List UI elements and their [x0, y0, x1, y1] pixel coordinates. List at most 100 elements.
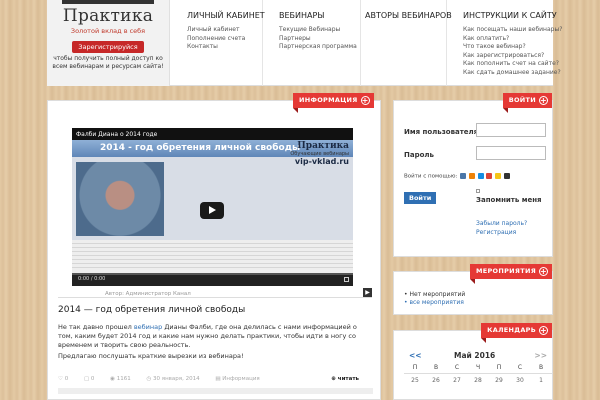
fullscreen-icon[interactable] [344, 277, 349, 282]
section-ribbon-info[interactable]: ИНФОРМАЦИЯ + [293, 93, 374, 113]
weekday: С [454, 364, 460, 371]
slide-table-rows [72, 240, 353, 275]
calendar-day: 26 [432, 377, 440, 384]
nav-link[interactable]: Как сдать домашнее задание? [463, 69, 561, 78]
plus-circle-icon[interactable]: + [539, 96, 548, 105]
ribbon-label: КАЛЕНДАРЬ [487, 326, 536, 334]
nav-link[interactable]: Как оплатить? [463, 35, 553, 44]
nav-link[interactable]: Личный кабинет [187, 26, 262, 35]
comments-count[interactable]: ▢ 0 [84, 376, 94, 382]
calendar-next-button[interactable]: >> [534, 351, 547, 360]
nav-cabinet: ЛИЧНЫЙ КАБИНЕТ Личный кабинет Пополнение… [171, 0, 265, 86]
plus-circle-icon[interactable]: + [360, 96, 370, 105]
video-controls[interactable]: 0:00 / 0:00 [72, 273, 353, 286]
vk-icon[interactable] [460, 173, 467, 179]
slide-brand-name: Практика [297, 141, 349, 151]
remember-label[interactable]: Запомнить меня [476, 196, 542, 204]
register-button[interactable]: Зарегистрируйся [72, 41, 144, 53]
all-events-link[interactable]: все мероприятия [404, 299, 465, 307]
slide-brand: Практика Обучающие вебинары vip-vklad.ru [290, 141, 349, 166]
nav-authors: АВТОРЫ ВЕБИНАРОВ [361, 0, 452, 86]
video-time: 0:00 / 0:00 [78, 276, 106, 282]
password-input[interactable] [476, 146, 546, 160]
play-icon[interactable] [200, 202, 224, 219]
plus-circle-icon[interactable]: + [539, 326, 548, 335]
nav-title-instructions[interactable]: ИНСТРУКЦИИ К САЙТУ [463, 11, 557, 20]
slide-heading-text: 2014 - год обретения личной свободы [100, 143, 301, 153]
password-label: Пароль [404, 151, 434, 159]
calendar-day: 29 [495, 377, 503, 384]
nav-link[interactable]: Как зарегистрироваться? [463, 52, 553, 61]
post-meta: ♡ 0 ▢ 0 ◉ 1161 ◷ 30 января, 2014 ▤ Инфор… [58, 374, 373, 385]
calendar-day: 30 [516, 377, 524, 384]
calendar-prev-button[interactable]: << [409, 351, 422, 360]
nav-link[interactable]: Партнеры [279, 35, 360, 44]
video-progress-bar[interactable] [72, 273, 353, 275]
section-ribbon-events[interactable]: МЕРОПРИЯТИЯ + [469, 264, 552, 284]
google-icon[interactable] [486, 173, 493, 179]
register-note: чтобы получить полный доступ ко всем веб… [52, 55, 164, 70]
list-item: Нет мероприятий [404, 291, 465, 299]
login-widget: ВОЙТИ + Имя пользователя Пароль Войти с … [393, 93, 553, 257]
username-input[interactable] [476, 123, 546, 137]
calendar-weekdays: П В С Ч П С В [409, 364, 547, 371]
weekday: С [517, 364, 523, 371]
calendar-week: 25 26 27 28 29 30 1 [409, 377, 547, 384]
register-link[interactable]: Регистрация [476, 229, 516, 236]
remember-checkbox[interactable] [476, 189, 480, 193]
nav-title-webinars[interactable]: ВЕБИНАРЫ [279, 11, 360, 20]
weekday: П [496, 364, 502, 371]
events-widget: МЕРОПРИЯТИЯ + Нет мероприятий все меропр… [393, 264, 553, 315]
ribbon-label: ВОЙТИ [508, 96, 536, 104]
post-date: ◷ 30 января, 2014 [146, 376, 200, 382]
nav-link[interactable]: Контакты [187, 43, 262, 52]
plus-circle-icon[interactable]: + [539, 267, 548, 276]
section-ribbon-login[interactable]: ВОЙТИ + [502, 93, 552, 113]
logo-block: Практика Золотой вклад в себя Зарегистри… [47, 0, 170, 86]
weekday: П [412, 364, 418, 371]
slide-brand-url: vip-vklad.ru [294, 157, 349, 166]
nav-instructions: ИНСТРУКЦИИ К САЙТУ Как посещать наши веб… [447, 0, 562, 86]
webinar-link[interactable]: вебинар [134, 323, 162, 331]
read-more-link[interactable]: читать [331, 374, 359, 385]
site-header: Практика Золотой вклад в себя Зарегистри… [47, 0, 562, 86]
slide-heading: 2014 - год обретения личной свободы Прак… [72, 140, 353, 166]
login-button[interactable]: Войти [404, 192, 437, 204]
post-category[interactable]: ▤ Информация [215, 376, 259, 382]
calendar-day: 25 [411, 377, 419, 384]
calendar-day: 1 [539, 377, 543, 384]
nav-title-cabinet[interactable]: ЛИЧНЫЙ КАБИНЕТ [187, 11, 265, 20]
post-paragraph: Не так давно прошел вебинар Дианы Фалби,… [58, 323, 373, 350]
calendar-widget: КАЛЕНДАРЬ + << Май 2016 >> П В С Ч П С В… [393, 323, 553, 400]
openid-icon[interactable] [503, 173, 510, 179]
calendar-day: 27 [453, 377, 461, 384]
likes-count[interactable]: ♡ 0 [58, 376, 68, 382]
mailru-icon[interactable] [477, 173, 484, 179]
weekday: В [433, 364, 439, 371]
odnoklassniki-icon[interactable] [468, 173, 475, 179]
forgot-password-link[interactable]: Забыли пароль? [476, 220, 527, 227]
nav-link[interactable]: Как посещать наши вебинары? [463, 26, 562, 35]
video-format-icon: ▶ [363, 288, 372, 297]
ribbon-label: ИНФОРМАЦИЯ [299, 96, 358, 104]
post-title[interactable]: 2014 — год обретения личной свободы [58, 305, 245, 315]
ribbon-label: МЕРОПРИЯТИЯ [475, 267, 536, 275]
post-card: ИНФОРМАЦИЯ + Фалби Диана о 2014 годе 201… [47, 93, 381, 400]
nav-link[interactable]: Текущие Вебинары [279, 26, 360, 35]
site-logo-title[interactable]: Практика [47, 6, 169, 26]
nav-webinars: ВЕБИНАРЫ Текущие Вебинары Партнеры Партн… [263, 0, 361, 86]
weekday: В [538, 364, 544, 371]
video-player[interactable]: Фалби Диана о 2014 годе 2014 - год обрет… [72, 128, 353, 286]
nav-link[interactable]: Пополнение счета [187, 35, 262, 44]
yandex-icon[interactable] [495, 173, 502, 179]
divider [404, 373, 552, 374]
nav-link[interactable]: Что такое вебинар? [463, 43, 553, 52]
section-ribbon-calendar[interactable]: КАЛЕНДАРЬ + [481, 323, 552, 343]
divider [58, 297, 372, 298]
nav-link[interactable]: Как пополнить счет на сайте? [463, 60, 559, 69]
social-login-label: Войти с помощью: [404, 173, 458, 180]
nav-link[interactable]: Партнерская программа [279, 43, 360, 52]
weekday: Ч [475, 364, 481, 371]
nav-title-authors[interactable]: АВТОРЫ ВЕБИНАРОВ [365, 11, 452, 20]
logo-top-bar [62, 0, 154, 4]
